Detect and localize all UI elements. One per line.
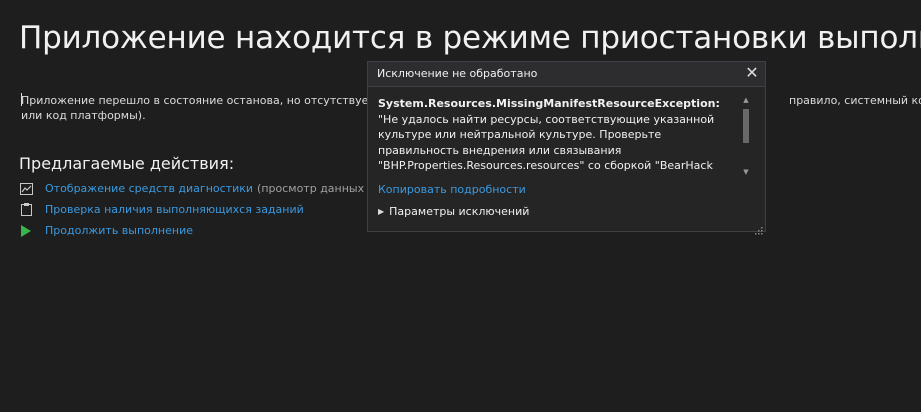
exception-popup-title: Исключение не обработано	[377, 67, 538, 80]
scrollbar-thumb[interactable]	[743, 109, 749, 143]
clipboard-icon	[19, 203, 33, 217]
description-text-left: Приложение перешло в состояние останова,…	[21, 94, 392, 107]
action-show-diagnostics[interactable]: Отображение средств диагностики (просмот…	[19, 178, 385, 199]
check-tasks-link[interactable]: Проверка наличия выполняющихся заданий	[45, 203, 304, 216]
diagnostics-icon	[19, 182, 33, 196]
exception-popup-header: Исключение не обработано ✕	[368, 62, 765, 87]
scroll-up-arrow-icon[interactable]: ▲	[741, 96, 751, 104]
exception-popup: Исключение не обработано ✕ System.Resour…	[367, 61, 766, 235]
exception-message-text: "Не удалось найти ресурсы, соответствующ…	[378, 112, 715, 177]
action-check-tasks[interactable]: Проверка наличия выполняющихся заданий	[19, 199, 385, 220]
play-icon	[19, 224, 33, 238]
suggested-actions-list: Отображение средств диагностики (просмот…	[19, 178, 385, 241]
resize-grip-icon[interactable]	[754, 220, 763, 235]
scroll-down-arrow-icon[interactable]: ▼	[741, 168, 751, 176]
text-caret	[21, 93, 22, 106]
suggested-actions-heading: Предлагаемые действия:	[19, 154, 235, 173]
exception-settings-label: Параметры исключений	[389, 205, 530, 218]
exception-message: System.Resources.MissingManifestResource…	[378, 96, 738, 176]
description-text-right: правило, системный код	[789, 94, 921, 107]
exception-type: System.Resources.MissingManifestResource…	[378, 97, 720, 110]
copy-details-link[interactable]: Копировать подробности	[378, 183, 526, 196]
show-diagnostics-link[interactable]: Отображение средств диагностики	[45, 182, 253, 195]
message-scrollbar[interactable]: ▲ ▼	[741, 96, 751, 176]
page-title: Приложение находится в режиме приостанов…	[19, 20, 921, 56]
break-mode-page: Приложение находится в режиме приостанов…	[0, 0, 921, 412]
action-continue[interactable]: Продолжить выполнение	[19, 220, 385, 241]
show-diagnostics-hint: (просмотр данных о п	[257, 182, 386, 195]
continue-link[interactable]: Продолжить выполнение	[45, 224, 193, 237]
exception-settings-expander[interactable]: ▶ Параметры исключений	[378, 205, 529, 218]
close-icon[interactable]: ✕	[743, 64, 761, 82]
expand-triangle-icon: ▶	[378, 207, 385, 216]
